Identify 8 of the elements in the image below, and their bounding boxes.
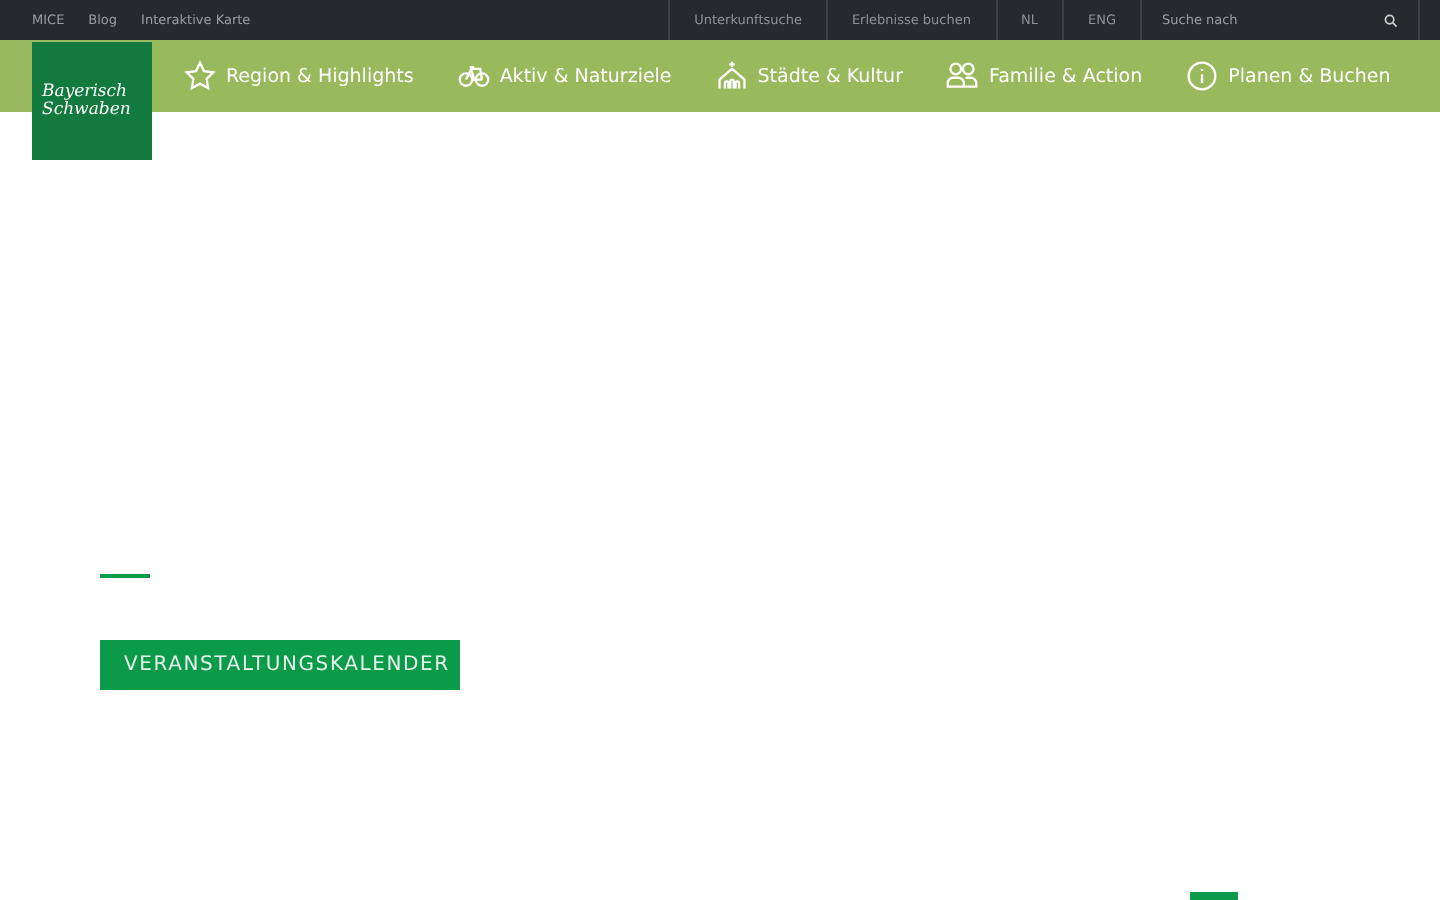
- people-icon: [946, 60, 979, 92]
- bicycle-icon: [457, 60, 490, 92]
- star-icon: [184, 60, 216, 92]
- search-icon[interactable]: [1384, 13, 1398, 27]
- church-icon: [715, 60, 748, 92]
- calendar-button[interactable]: VERANSTALTUNGSKALENDER: [100, 640, 460, 690]
- info-icon: [1186, 60, 1219, 92]
- logo[interactable]: Bayerisch Schwaben: [32, 42, 152, 160]
